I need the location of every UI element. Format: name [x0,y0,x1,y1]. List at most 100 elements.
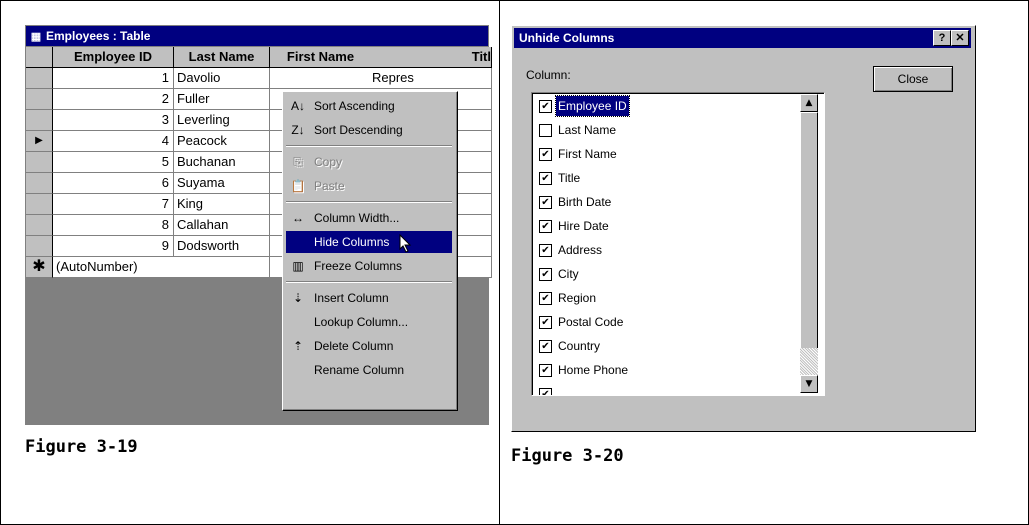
column-option-country[interactable]: ✔ Country [539,336,809,358]
column-header-employee-id[interactable]: Employee ID [53,47,174,68]
cell-employee-id[interactable]: 3 [53,110,174,131]
cell-last-name[interactable]: King [174,194,270,215]
dialog-title: Unhide Columns [519,31,615,45]
menu-item-insert-column[interactable]: ⇣ Insert Column [286,287,452,309]
menu-item-lookup-column[interactable]: Lookup Column... [286,311,452,333]
dialog-title-bar: Unhide Columns ? ✕ [514,28,971,48]
menu-item-label: Delete Column [314,339,394,353]
menu-item-label: Lookup Column... [314,315,409,329]
insert-column-icon: ⇣ [292,291,304,305]
column-option-first-name[interactable]: ✔ First Name [539,144,809,166]
column-header-last-name[interactable]: Last Name [174,47,270,68]
checkbox[interactable]: ✔ [539,268,552,281]
cell-employee-id[interactable]: 9 [53,236,174,257]
delete-column-icon: ⇡ [292,339,304,353]
checkbox[interactable]: ✔ [539,244,552,257]
scroll-up-button[interactable]: ▲ [800,94,818,112]
record-selector[interactable] [26,110,53,131]
cell-employee-id[interactable]: 7 [53,194,174,215]
cell-last-name[interactable]: Suyama [174,173,270,194]
menu-item-label: Rename Column [314,363,405,377]
paste-icon: 📋 [290,179,306,193]
checkbox[interactable]: ✔ [539,340,552,353]
close-button[interactable]: Close [873,66,953,92]
help-button[interactable]: ? [933,30,951,46]
record-selector[interactable] [26,152,53,173]
checkbox[interactable]: ✔ [539,196,552,209]
record-selector[interactable] [26,68,53,89]
cell-employee-id[interactable]: 4 [53,131,174,152]
checkbox[interactable]: ✔ [539,316,552,329]
cell-last-name[interactable]: Buchanan [174,152,270,173]
cell-employee-id[interactable]: 1 [53,68,174,89]
cell-last-name[interactable]: Peacock [174,131,270,152]
column-option-partial[interactable]: ✔ [539,384,809,395]
menu-item-column-width[interactable]: ↔ Column Width... [286,207,452,229]
menu-item-rename-column[interactable]: Rename Column [286,359,452,381]
checkbox[interactable]: ✔ [539,100,552,113]
record-selector[interactable] [26,89,53,110]
column-option-last-name[interactable]: Last Name [539,120,809,142]
column-option-postal-code[interactable]: ✔ Postal Code [539,312,809,334]
menu-item-delete-column[interactable]: ⇡ Delete Column [286,335,452,357]
checkbox[interactable]: ✔ [539,172,552,185]
menu-separator [286,145,452,147]
dialog-close-x-button[interactable]: ✕ [951,30,969,46]
menu-item-freeze-columns[interactable]: ▥ Freeze Columns [286,255,452,277]
cell-employee-id[interactable]: 8 [53,215,174,236]
column-option-region[interactable]: ✔ Region [539,288,809,310]
menu-item-hide-columns[interactable]: Hide Columns [286,231,452,253]
cell-last-name[interactable]: Fuller [174,89,270,110]
record-selector[interactable] [26,215,53,236]
checkbox[interactable]: ✔ [539,388,552,395]
record-selector[interactable]: ✱ [26,257,53,278]
cell-employee-id[interactable]: 2 [53,89,174,110]
menu-item-copy[interactable]: ⎘ Copy [286,151,452,173]
checkbox[interactable] [539,124,552,137]
cell-last-name[interactable]: Dodsworth [174,236,270,257]
scroll-thumb[interactable] [800,112,818,349]
cell-employee-id[interactable]: (AutoNumber) [53,257,178,278]
close-icon: ✕ [955,32,965,44]
checkbox[interactable]: ✔ [539,292,552,305]
figure-divider [499,0,500,525]
scroll-down-button[interactable]: ▼ [800,375,818,393]
checkbox[interactable]: ✔ [539,148,552,161]
cell-last-name[interactable]: Callahan [174,215,270,236]
record-selector[interactable] [26,236,53,257]
menu-item-sort-descending[interactable]: Z↓ Sort Descending [286,119,452,141]
cell-last-name[interactable] [174,257,270,278]
column-option-hire-date[interactable]: ✔ Hire Date [539,216,809,238]
menu-item-paste[interactable]: 📋 Paste [286,175,452,197]
cell-title[interactable]: Repres [369,68,492,89]
record-selector[interactable] [26,173,53,194]
checkbox[interactable]: ✔ [539,364,552,377]
column-option-label: Title [558,171,581,185]
select-all-box[interactable] [26,47,53,68]
checkbox[interactable]: ✔ [539,220,552,233]
column-option-label: Birth Date [558,195,612,209]
table-row[interactable]: 1 Davolio Repres [26,68,492,89]
sort-descending-icon: Z↓ [291,123,305,137]
menu-item-sort-ascending[interactable]: A↓ Sort Ascending [286,95,452,117]
mouse-pointer-icon [399,234,412,253]
vertical-scrollbar[interactable]: ▲ ▼ [800,94,818,393]
cell-employee-id[interactable]: 5 [53,152,174,173]
column-option-title[interactable]: ✔ Title [539,168,809,190]
cell-last-name[interactable]: Leverling [174,110,270,131]
table-icon: ▦ [30,31,42,43]
column-option-label: Postal Code [558,315,624,329]
cell-last-name[interactable]: Davolio [174,68,270,89]
column-option-home-phone[interactable]: ✔ Home Phone [539,360,809,382]
column-header-first-name[interactable]: First Name [270,47,372,68]
record-selector[interactable]: ▶ [26,131,53,152]
column-header-title[interactable]: Titl [369,47,492,68]
record-selector[interactable] [26,194,53,215]
column-option-address[interactable]: ✔ Address [539,240,809,262]
scroll-track[interactable] [800,348,818,375]
column-option-employee-id[interactable]: ✔ Employee ID [539,95,809,118]
column-option-birth-date[interactable]: ✔ Birth Date [539,192,809,214]
cell-employee-id[interactable]: 6 [53,173,174,194]
cell-first-name[interactable] [270,68,372,89]
column-option-city[interactable]: ✔ City [539,264,809,286]
